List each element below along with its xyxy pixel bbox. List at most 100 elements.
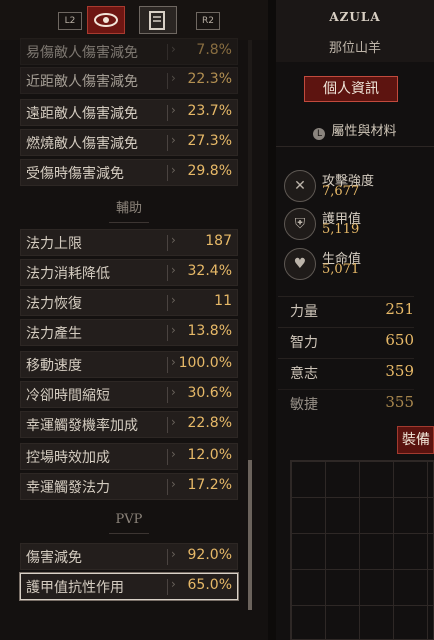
stat-row[interactable]: 法力上限 › 187	[20, 229, 238, 256]
chevron-icon: ›	[171, 547, 176, 561]
stat-row[interactable]: 近距敵人傷害減免 › 22.3%	[20, 67, 238, 94]
stat-label: 傷害減免	[26, 550, 82, 566]
stat-value: 65.0%	[187, 577, 232, 593]
r2-key-hint: R2	[196, 12, 220, 30]
chevron-icon: ›	[171, 71, 176, 85]
chevron-icon: ›	[171, 293, 176, 307]
stat-label: 近距敵人傷害減免	[26, 74, 138, 90]
stat-value: 22.8%	[187, 415, 232, 431]
stat-value: 11	[214, 293, 232, 309]
chevron-icon: ›	[171, 103, 176, 117]
chevron-icon: ›	[171, 355, 176, 369]
stat-label: 易傷敵人傷害減免	[26, 45, 138, 61]
stat-value: 5,071	[322, 262, 360, 277]
l2-key-hint: L2	[58, 12, 82, 30]
swords-icon: ✕	[284, 170, 316, 202]
scrollbar-thumb[interactable]	[248, 460, 252, 610]
tab-stats[interactable]	[87, 6, 125, 34]
core-stat-row[interactable]: 力量 251	[278, 296, 414, 323]
tab-materials[interactable]	[139, 6, 177, 34]
core-stat-value: 251	[385, 300, 414, 318]
core-stat-row[interactable]: 敏捷 355	[278, 389, 414, 416]
stat-value: 12.0%	[187, 447, 232, 463]
stat-life[interactable]: ♥ 生命值 5,071	[284, 248, 424, 282]
character-title[interactable]: 那位山羊	[276, 37, 434, 56]
core-stat-label: 意志	[290, 366, 318, 382]
stat-row[interactable]: 法力恢復 › 11	[20, 289, 238, 316]
stat-attack-power[interactable]: ✕ 攻擊強度 7,677	[284, 170, 424, 204]
chevron-icon: ›	[171, 133, 176, 147]
core-stat-label: 智力	[290, 335, 318, 351]
stat-row[interactable]: 受傷時傷害減免 › 29.8%	[20, 159, 238, 186]
stat-row[interactable]: 法力產生 › 13.8%	[20, 319, 238, 346]
stat-row[interactable]: 移動速度 › 100.0%	[20, 351, 238, 378]
stat-value: 100.0%	[178, 355, 232, 371]
heart-icon: ♥	[284, 248, 316, 280]
core-stat-label: 敏捷	[290, 397, 318, 413]
stat-label: 遠距敵人傷害減免	[26, 106, 138, 122]
stat-row[interactable]: 易傷敵人傷害減免 › 7.8%	[20, 38, 238, 65]
stat-row[interactable]: 法力消耗降低 › 32.4%	[20, 259, 238, 286]
stat-row[interactable]: 幸運觸發機率加成 › 22.8%	[20, 411, 238, 438]
attributes-label: 屬性與材料	[331, 124, 397, 139]
chevron-icon: ›	[171, 233, 176, 247]
chevron-icon: ›	[171, 447, 176, 461]
chevron-icon: ›	[171, 477, 176, 491]
chevron-icon: ›	[171, 42, 176, 56]
stat-value: 23.7%	[187, 103, 232, 119]
stat-row[interactable]: 控場時效加成 › 12.0%	[20, 443, 238, 470]
core-stat-value: 355	[385, 393, 414, 411]
stat-label: 移動速度	[26, 358, 82, 374]
stat-label: 護甲值抗性作用	[26, 580, 124, 596]
stat-row[interactable]: 冷卻時間縮短 › 30.6%	[20, 381, 238, 408]
core-stat-label: 力量	[290, 304, 318, 320]
chevron-icon: ›	[171, 323, 176, 337]
stat-label: 幸運觸發機率加成	[26, 418, 138, 434]
inventory-grid[interactable]	[290, 460, 434, 640]
stat-label: 冷卻時間縮短	[26, 388, 110, 404]
core-stat-value: 359	[385, 362, 414, 380]
stat-row[interactable]: 燃燒敵人傷害減免 › 27.3%	[20, 129, 238, 156]
stat-value: 17.2%	[187, 477, 232, 493]
stat-label: 受傷時傷害減免	[26, 166, 124, 182]
stat-value: 13.8%	[187, 323, 232, 339]
stat-value: 22.3%	[187, 71, 232, 87]
stat-label: 法力恢復	[26, 296, 82, 312]
section-heading-utility: 輔助	[20, 197, 238, 223]
attributes-materials-link[interactable]: L 屬性與材料	[276, 120, 434, 140]
stat-row[interactable]: 幸運觸發法力 › 17.2%	[20, 473, 238, 500]
core-stat-row[interactable]: 意志 359	[278, 358, 414, 385]
section-heading-pvp: PVP	[20, 512, 238, 534]
stat-label: 法力產生	[26, 326, 82, 342]
profile-button[interactable]: 個人資訊	[304, 76, 398, 102]
stat-label: 法力消耗降低	[26, 266, 110, 282]
stat-label: 燃燒敵人傷害減免	[26, 136, 138, 152]
stat-row[interactable]: 傷害減免 › 92.0%	[20, 543, 238, 570]
shield-icon: ⛨	[284, 208, 316, 240]
chevron-icon: ›	[171, 263, 176, 277]
scroll-icon	[149, 11, 165, 30]
stat-row-selected[interactable]: 護甲值抗性作用 › 65.0%	[20, 573, 238, 600]
chevron-icon: ›	[171, 163, 176, 177]
character-name: AZULA	[329, 10, 381, 24]
stat-value: 187	[205, 233, 232, 249]
stat-armor[interactable]: ⛨ 護甲值 5,119	[284, 208, 424, 242]
stat-value: 29.8%	[187, 163, 232, 179]
eye-icon	[94, 13, 118, 27]
button-prompt-icon: L	[313, 128, 326, 140]
stat-row[interactable]: 遠距敵人傷害減免 › 23.7%	[20, 99, 238, 126]
core-stat-value: 650	[385, 331, 414, 349]
stat-label: 法力上限	[26, 236, 82, 252]
stat-value: 30.6%	[187, 385, 232, 401]
core-stat-row[interactable]: 智力 650	[278, 327, 414, 354]
stat-value: 7,677	[322, 184, 360, 199]
stat-label: 控場時效加成	[26, 450, 110, 466]
chevron-icon: ›	[171, 385, 176, 399]
panel-tabs: L2 R2	[0, 0, 268, 40]
stat-label: 幸運觸發法力	[26, 480, 110, 496]
stat-value: 7.8%	[196, 42, 232, 58]
stat-value: 5,119	[322, 222, 360, 237]
stat-value: 92.0%	[187, 547, 232, 563]
equipment-tab[interactable]: 裝備	[397, 426, 434, 454]
stat-value: 32.4%	[187, 263, 232, 279]
